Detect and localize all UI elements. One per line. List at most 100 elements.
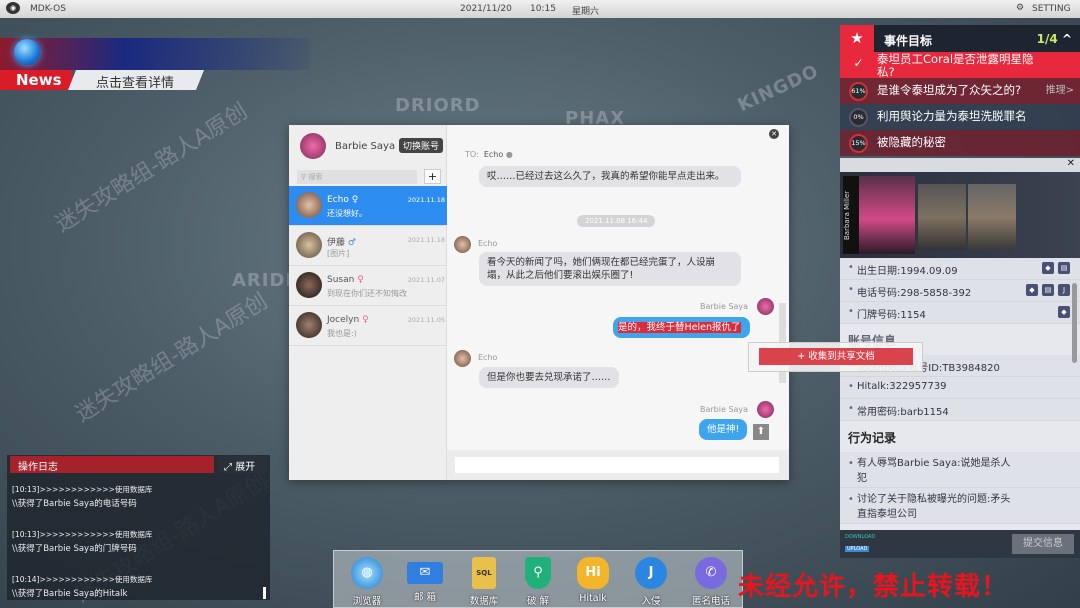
sender-avatar — [757, 298, 774, 315]
event-item[interactable]: 61% 是谁令泰坦成为了众矢之的? 推理> — [840, 78, 1080, 104]
add-contact-button[interactable]: + — [424, 169, 441, 184]
download-label: DOWNLOAD — [845, 534, 876, 540]
contact-last-message: 还没想好。 — [327, 209, 367, 218]
document-icon[interactable]: ▤ — [1042, 284, 1054, 296]
contact-last-message: 我也是:) — [327, 329, 357, 338]
contact-last-message: 到现在你们还不知悔改 — [327, 289, 407, 298]
contact-last-message: [图片] — [327, 249, 350, 258]
message-bubble[interactable]: 是的，我终于替Helen报仇了 — [613, 317, 750, 338]
upload-icon[interactable]: ⬆ — [753, 424, 769, 440]
repost-warning: 未经允许，禁止转载！ — [738, 572, 1009, 602]
info-row[interactable]: 门牌号码:1154◆ — [840, 302, 1080, 324]
info-icon: ● — [505, 150, 513, 159]
event-item[interactable]: 0% 利用舆论力量为泰坦洗脱罪名 — [840, 104, 1080, 130]
collect-to-shared-doc-button[interactable]: + 收集到共享文档 — [759, 348, 913, 365]
scrollbar[interactable] — [1072, 283, 1077, 363]
section-title: 行为记录 — [848, 431, 897, 445]
close-icon[interactable]: ✕ — [769, 129, 779, 139]
map-label: ARIDI — [232, 270, 294, 291]
shield-icon[interactable]: ◆ — [1042, 262, 1054, 274]
document-icon[interactable]: ▤ — [1058, 262, 1070, 274]
sender-name: Barbie Saya — [700, 302, 749, 311]
phone-icon: ✆ — [695, 557, 727, 589]
event-count[interactable]: 1/4 ^ — [1037, 32, 1072, 46]
app-mail[interactable]: ✉ 邮 箱 — [398, 557, 452, 603]
scrollbar[interactable] — [263, 587, 266, 599]
portrait-secondary — [918, 184, 966, 250]
sender-name: Barbie Saya — [700, 405, 749, 414]
upload-label: UPLOAD — [845, 546, 870, 552]
event-item[interactable]: ✓ 泰坦员工Coral是否泄露明星隐私? — [840, 52, 1080, 79]
portrait-secondary — [968, 184, 1016, 250]
news-detail-link[interactable]: 点击查看详情 — [68, 70, 204, 90]
submit-button[interactable]: 提交信息 — [1012, 534, 1074, 554]
deduce-button[interactable]: 推理> — [1046, 84, 1074, 97]
app-intrude[interactable]: J 入侵 — [624, 557, 678, 607]
message-timestamp: 2021.11.08 16:44 — [577, 215, 656, 227]
message-bubble: 看今天的新闻了吗，她们俩现在都已经完蛋了，人设崩塌，从此之后他们要滚出娱乐圈了! — [479, 252, 741, 286]
app-database[interactable]: SQL 数据库 — [457, 557, 511, 607]
gear-icon[interactable]: ⚙ — [1016, 3, 1024, 13]
log-line: [10:14]>>>>>>>>>>>>使用数据库 — [12, 575, 153, 584]
switch-account-button[interactable]: 切换账号 — [399, 138, 444, 153]
shield-icon[interactable]: ◆ — [1026, 284, 1038, 296]
male-icon: ♂ — [347, 238, 356, 248]
app-anonymous-call[interactable]: ✆ 匿名电话 — [684, 557, 738, 607]
composer-area — [447, 450, 789, 480]
watermark-overlay: 迷失攻略组-路人A原创 — [51, 98, 253, 238]
setting-button[interactable]: SETTING — [1032, 4, 1071, 14]
message-input[interactable] — [455, 457, 779, 473]
search-input[interactable]: ⚲ 搜索 — [297, 170, 417, 184]
hitalk-icon: Hi — [577, 557, 609, 589]
name-tag: Barbara Miller — [843, 176, 859, 254]
info-row[interactable]: 出生日期:1994.09.09◆▤ — [840, 258, 1080, 280]
globe-icon: ◍ — [351, 557, 383, 589]
contact-item[interactable]: Susan ♀ 到现在你们还不知悔改 2021.11.07 — [289, 266, 447, 306]
message-bubble: 他是神! — [699, 419, 748, 440]
app-hitalk[interactable]: Hi Hitalk — [566, 557, 620, 604]
shield-icon[interactable]: ◆ — [1058, 306, 1070, 318]
log-lines: [10:13]>>>>>>>>>>>>使用数据库 \\获得了Barbie Say… — [7, 482, 257, 602]
contact-item[interactable]: Echo ♀ 还没想好。 2021.11.18 — [289, 186, 447, 226]
contact-name: Jocelyn ♀ — [327, 315, 369, 325]
info-row[interactable]: Hitalk:322957739 — [840, 377, 1080, 399]
date: 2021/11/20 — [460, 4, 512, 14]
message-bubble: 哎……已经过去这么久了，我真的希望你能早点走出来。 — [479, 166, 741, 187]
contact-list: Barbie Saya 切换账号 ⚲ 搜索 + Echo ♀ 还没想好。 202… — [289, 125, 447, 480]
app-crack[interactable]: ⚲ 破 解 — [511, 557, 565, 607]
behavior-row[interactable]: 有人辱骂Barbie Saya:说她是杀人犯 — [840, 452, 1080, 488]
event-header: ★ 事件目标 1/4 ^ — [840, 25, 1080, 52]
log-line: \\获得了Barbie Saya的电话号码 — [12, 499, 137, 509]
contact-date: 2021.11.05 — [407, 316, 445, 324]
operation-log-panel: 操作日志 ⤢ 展开 [10:13]>>>>>>>>>>>>使用数据库 \\获得了… — [7, 455, 270, 600]
contact-avatar — [296, 312, 322, 338]
contact-item[interactable]: Jocelyn ♀ 我也是:) 2021.11.05 — [289, 306, 447, 346]
time: 10:15 — [530, 4, 556, 14]
os-name: MDK-OS — [30, 4, 66, 14]
news-banner — [0, 38, 310, 70]
profile-header: ✕ — [840, 158, 1080, 172]
expand-button[interactable]: ⤢ 展开 — [218, 456, 266, 473]
female-icon: ♀ — [357, 275, 364, 285]
progress-badge: 61% — [849, 82, 868, 101]
contact-item[interactable]: 伊藤 ♂ [图片] 2021.11.18 — [289, 226, 447, 266]
behavior-row[interactable]: 讨论了关于隐私被曝光的问题:矛头直指泰坦公司 — [840, 488, 1080, 524]
map-label: KINGDO — [734, 60, 823, 117]
watermark-overlay: 迷失攻略组-路人A原创 — [71, 288, 273, 428]
profile-footer: DOWNLOAD UPLOAD 提交信息 — [840, 530, 1080, 558]
progress-badge: 15% — [849, 134, 868, 153]
hook-icon[interactable]: J — [1058, 284, 1070, 296]
contact-date: 2021.11.07 — [407, 276, 445, 284]
hook-icon: J — [635, 557, 667, 589]
event-text: 利用舆论力量为泰坦洗脱罪名 — [877, 109, 1027, 123]
event-item[interactable]: 15% 被隐藏的秘密 — [840, 130, 1080, 156]
shield-keyhole-icon: ⚲ — [525, 557, 551, 589]
info-row[interactable]: 常用密码:barb1154 — [840, 399, 1080, 421]
contact-avatar — [296, 272, 322, 298]
info-row[interactable]: 电话号码:298-5858-392◆▤J — [840, 280, 1080, 302]
chevron-up-icon: ^ — [1061, 32, 1072, 46]
app-browser[interactable]: ◍ 浏览器 — [340, 557, 394, 607]
close-icon[interactable]: ✕ — [1067, 158, 1075, 169]
map-label: DRIORD — [395, 95, 481, 116]
